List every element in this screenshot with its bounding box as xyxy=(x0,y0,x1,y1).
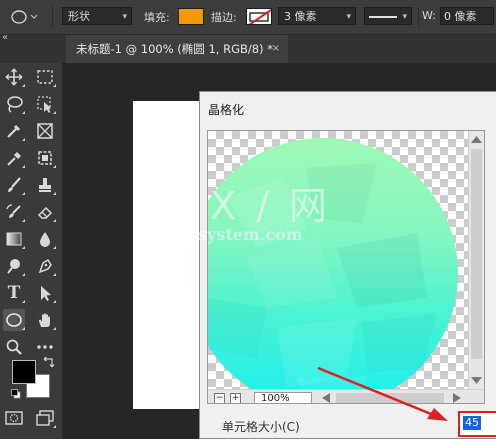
rectangle-marquee-icon xyxy=(37,70,53,84)
preview-vertical-scrollbar[interactable] xyxy=(468,131,484,389)
default-colors-button[interactable] xyxy=(11,389,21,399)
stroke-width-field[interactable]: 3 像素 ▾ xyxy=(278,7,356,25)
lasso-tool[interactable] xyxy=(3,93,25,115)
zoom-level[interactable]: 100% xyxy=(254,392,312,403)
hand-tool[interactable] xyxy=(34,309,56,331)
screen-mode-button[interactable] xyxy=(34,407,56,429)
water-drop-icon xyxy=(40,232,50,247)
move-tool[interactable] xyxy=(3,66,25,88)
fill-label: 填充: xyxy=(144,11,170,24)
chevron-down-icon: ▾ xyxy=(346,12,351,22)
chevron-down-icon: ▾ xyxy=(122,12,127,22)
zoom-out-button[interactable]: − xyxy=(214,393,225,403)
stroke-color-swatch[interactable] xyxy=(246,8,272,25)
crop-tool[interactable] xyxy=(3,120,25,142)
eraser-tool[interactable] xyxy=(34,201,56,223)
healing-patch-icon xyxy=(38,151,52,165)
brush-icon xyxy=(8,177,21,192)
screen-mode-icon xyxy=(36,410,54,426)
arrow-pointer-icon xyxy=(41,286,51,301)
cell-size-input[interactable]: 45 xyxy=(458,411,496,437)
eyedropper-icon xyxy=(7,152,21,166)
shape-mode-value: 形状 xyxy=(68,10,90,23)
type-tool[interactable]: T xyxy=(3,282,25,304)
scroll-down-arrow-icon xyxy=(471,377,482,384)
width-value: 0 像素 xyxy=(444,10,477,23)
frame-tool[interactable] xyxy=(34,120,56,142)
brush-tool[interactable] xyxy=(3,174,25,196)
eraser-icon xyxy=(37,206,53,219)
shape-mode-dropdown[interactable]: 形状 ▾ xyxy=(62,7,132,25)
transparency-checkerboard xyxy=(208,131,470,389)
no-color-slash-icon xyxy=(247,9,271,24)
ellipse-tool[interactable] xyxy=(3,309,25,331)
more-dots-icon xyxy=(37,345,53,349)
watermark-logo: X / 网 xyxy=(210,184,331,228)
fill-color-swatch[interactable] xyxy=(178,8,204,25)
foreground-color-swatch[interactable] xyxy=(12,360,36,384)
dialog-title: 晶格化 xyxy=(208,103,245,117)
options-bar: 形状 ▾ 填充: 描边: 3 像素 ▾ ▾ W: 0 像素 xyxy=(0,0,496,35)
lasso-icon xyxy=(7,96,23,113)
history-brush-tool[interactable] xyxy=(3,201,25,223)
cell-size-label: 单元格大小(C) xyxy=(222,420,300,434)
gradient-tool[interactable] xyxy=(3,228,25,250)
path-selection-tool[interactable] xyxy=(34,282,56,304)
ellipse-icon xyxy=(11,10,38,24)
collapse-panels-button[interactable]: « xyxy=(2,32,8,43)
stroke-type-dropdown[interactable]: ▾ xyxy=(364,7,412,25)
hand-icon xyxy=(39,313,50,327)
scroll-up-arrow-icon xyxy=(471,136,482,143)
marquee-tool[interactable] xyxy=(34,66,56,88)
pen-tool[interactable] xyxy=(34,255,56,277)
watermark-text: system.com xyxy=(198,225,303,244)
magnifier-icon xyxy=(6,339,22,355)
gradient-icon xyxy=(6,232,22,246)
zoom-in-button[interactable]: + xyxy=(230,393,241,403)
object-selection-tool[interactable] xyxy=(34,93,56,115)
width-field[interactable]: 0 像素 xyxy=(440,7,494,25)
history-brush-icon xyxy=(6,204,21,218)
red-annotation-arrow xyxy=(317,366,448,421)
document-tab[interactable]: 未标题-1 @ 100% (椭圆 1, RGB/8) * × xyxy=(66,35,288,63)
spot-healing-tool[interactable] xyxy=(34,147,56,169)
stroke-label: 描边: xyxy=(211,11,237,24)
quick-mask-button[interactable] xyxy=(3,407,25,429)
eyedropper-slanted-icon xyxy=(7,125,20,138)
swap-colors-button[interactable] xyxy=(43,356,55,368)
dodge-tool[interactable] xyxy=(3,255,25,277)
blur-tool[interactable] xyxy=(34,228,56,250)
divider xyxy=(52,6,53,28)
ellipse-icon xyxy=(6,313,22,327)
chevron-down-icon: ▾ xyxy=(402,12,407,22)
w-label: W: xyxy=(422,9,436,22)
divider xyxy=(418,6,419,28)
close-tab-button[interactable]: × xyxy=(272,35,280,63)
vertical-scroll-thumb[interactable] xyxy=(471,149,482,359)
stamp-icon xyxy=(39,178,51,192)
type-icon: T xyxy=(7,283,21,303)
dodge-icon xyxy=(7,259,20,274)
stroke-width-value: 3 像素 xyxy=(284,10,317,23)
quick-mask-icon xyxy=(5,411,23,425)
solid-line-icon xyxy=(369,16,397,18)
zoom-tool[interactable] xyxy=(3,336,25,358)
tools-panel: T xyxy=(0,63,63,439)
pen-nib-icon xyxy=(38,258,52,274)
default-colors-icon xyxy=(11,389,21,399)
edit-toolbar-button[interactable] xyxy=(34,336,56,358)
ellipse-tool-preset-picker[interactable] xyxy=(8,7,38,27)
site-watermark: X / 网 system.com xyxy=(180,175,340,255)
object-selection-icon xyxy=(37,96,51,113)
document-tab-title: 未标题-1 @ 100% (椭圆 1, RGB/8) * xyxy=(76,42,273,56)
clone-stamp-tool[interactable] xyxy=(34,174,56,196)
swap-arrows-icon xyxy=(43,356,55,368)
move-icon xyxy=(5,68,23,86)
cell-size-value: 45 xyxy=(463,416,481,430)
frame-icon xyxy=(37,123,53,139)
eyedropper-tool[interactable] xyxy=(3,147,25,169)
